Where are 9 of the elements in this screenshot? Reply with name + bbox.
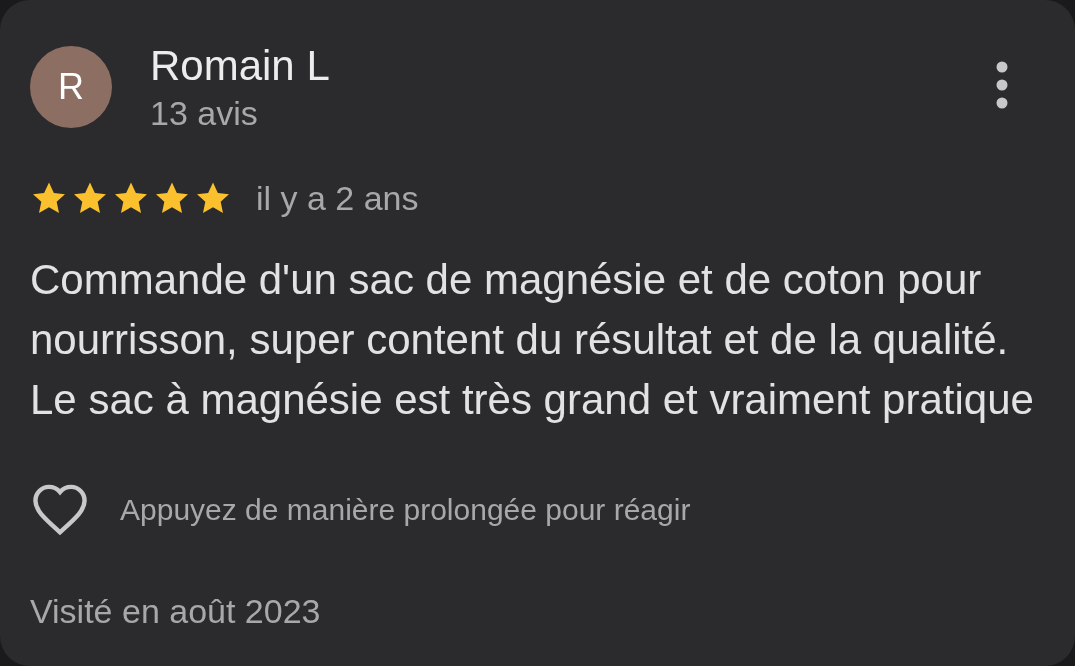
more-options-icon[interactable] <box>995 61 1009 109</box>
react-hint: Appuyez de manière prolongée pour réagir <box>120 491 691 528</box>
review-text: Commande d'un sac de magnésie et de coton pour nourrisson, super content du résultat et de la qualité. Le sac à magnésie est très grand et vraiment pratique <box>30 255 1035 425</box>
author-name: Romain L <box>150 44 330 88</box>
visit-date: Visité en août 2023 <box>30 591 322 632</box>
review-count: 13 avis <box>150 93 259 133</box>
heart-icon[interactable] <box>30 482 90 536</box>
review-time: il y a 2 ans <box>256 178 419 219</box>
avatar: R <box>30 46 112 128</box>
